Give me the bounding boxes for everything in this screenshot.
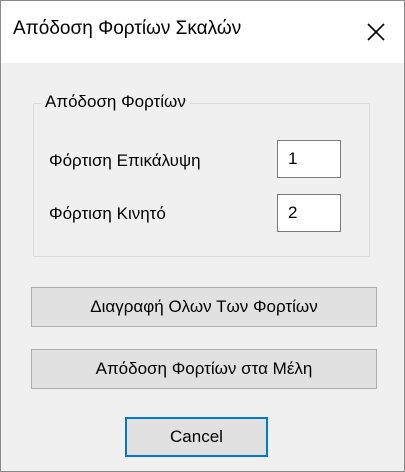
close-button[interactable] — [348, 1, 404, 63]
loads-groupbox — [33, 103, 370, 257]
dialog-window: Απόδοση Φορτίων Σκαλών Απόδοση Φορτίων Φ… — [0, 0, 405, 472]
delete-all-loads-button[interactable]: Διαγραφή Ολων Των Φορτίων — [31, 287, 377, 327]
groupbox-legend: Απόδοση Φορτίων — [41, 92, 190, 112]
coating-load-input[interactable] — [277, 140, 341, 178]
coating-load-label: Φόρτιση Επικάλυψη — [49, 151, 201, 170]
assign-loads-to-members-button[interactable]: Απόδοση Φορτίων στα Μέλη — [31, 349, 377, 389]
title-bar: Απόδοση Φορτίων Σκαλών — [1, 1, 404, 63]
cancel-button[interactable]: Cancel — [125, 417, 268, 457]
close-icon — [367, 23, 385, 41]
live-load-input[interactable] — [277, 194, 341, 232]
live-load-label: Φόρτιση Κινητό — [49, 204, 166, 223]
window-title: Απόδοση Φορτίων Σκαλών — [13, 18, 242, 39]
